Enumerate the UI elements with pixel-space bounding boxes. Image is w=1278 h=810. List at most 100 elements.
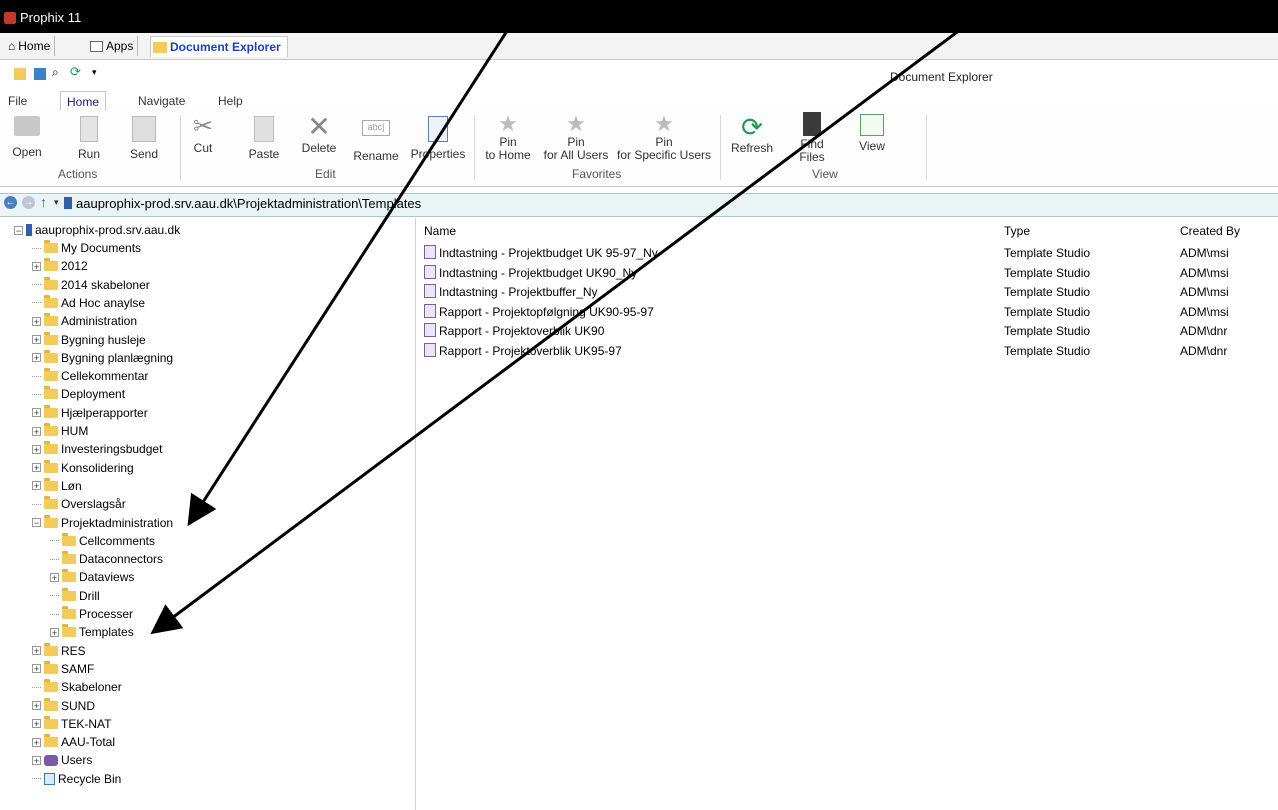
address-path[interactable]: aauprophix-prod.srv.aau.dk\Projektadmini… xyxy=(76,196,421,211)
refresh-small-icon[interactable]: ⟳ xyxy=(70,64,82,79)
tree-item-samf[interactable]: + SAMF xyxy=(32,660,94,678)
tree-item-my-documents[interactable]: My Documents xyxy=(32,239,141,257)
expand-icon[interactable]: + xyxy=(32,463,41,473)
tree-item-recycle-bin[interactable]: Recycle Bin xyxy=(32,770,121,788)
collapse-icon[interactable]: − xyxy=(32,518,41,528)
expand-icon[interactable]: + xyxy=(50,627,59,637)
expand-icon[interactable]: + xyxy=(32,701,41,711)
file-row-name[interactable]: Rapport - Projektoverblik UK90 xyxy=(424,322,604,341)
expand-icon[interactable]: + xyxy=(32,261,41,271)
back-icon[interactable]: ← xyxy=(4,196,17,209)
cut-button[interactable]: ✂ Cut xyxy=(188,112,218,155)
file-row-name[interactable]: Indtastning - Projektbudget UK90_Ny xyxy=(424,264,637,283)
collapse-icon[interactable]: − xyxy=(14,225,23,235)
expand-icon[interactable]: + xyxy=(32,737,41,747)
file-row-name[interactable]: Rapport - Projektoverblik UK95-97 xyxy=(424,342,622,361)
find-icon[interactable]: ⌕ xyxy=(52,65,64,79)
folder-icon xyxy=(44,240,58,253)
tree-item-løn[interactable]: + Løn xyxy=(32,477,82,495)
expand-icon[interactable]: + xyxy=(32,353,41,363)
customize-toolbar-icon[interactable]: ▾ xyxy=(92,67,104,79)
tree-item-dataviews[interactable]: + Dataviews xyxy=(50,568,134,586)
expand-icon[interactable]: + xyxy=(32,408,41,418)
pin-for-specific-users-button[interactable]: ★ Pin for Specific Users xyxy=(614,112,714,162)
open-button[interactable]: Open xyxy=(10,116,44,159)
folder-icon xyxy=(62,569,76,583)
expand-icon[interactable]: + xyxy=(32,719,41,729)
column-header-name[interactable]: Name xyxy=(424,222,456,240)
tree-item-deployment[interactable]: Deployment xyxy=(32,385,125,403)
tree-item-tek-nat[interactable]: + TEK-NAT xyxy=(32,715,111,733)
file-row-name[interactable]: Indtastning - Projektbudget UK 95-97_Ny xyxy=(424,244,658,263)
up-icon[interactable]: ↑ xyxy=(40,194,47,210)
tree-item-2014-skabeloner[interactable]: 2014 skabeloner xyxy=(32,276,150,294)
find-files-button[interactable]: Find Files xyxy=(790,112,834,164)
tree-item-administration[interactable]: + Administration xyxy=(32,312,137,330)
ribbon-tab-file[interactable]: File xyxy=(8,93,27,110)
file-row-name[interactable]: Rapport - Projektopfølgning UK90-95-97 xyxy=(424,303,654,322)
expand-icon[interactable]: + xyxy=(32,646,41,656)
folder-icon xyxy=(44,496,58,510)
tree-item-sund[interactable]: + SUND xyxy=(32,697,95,715)
tree-item-hum[interactable]: + HUM xyxy=(32,422,88,440)
tree-item-templates[interactable]: + Templates xyxy=(50,623,134,641)
tree-item-bygning-husleje[interactable]: + Bygning husleje xyxy=(32,331,146,349)
tree-item-skabeloner[interactable]: Skabeloner xyxy=(32,678,122,696)
ribbon-tab-home[interactable]: Home xyxy=(60,91,107,113)
tree-item-hjælperapporter[interactable]: + Hjælperapporter xyxy=(32,404,148,422)
file-row-type: Template Studio xyxy=(1004,324,1091,339)
close-document-icon[interactable] xyxy=(34,68,46,80)
expand-icon[interactable]: + xyxy=(32,481,41,491)
tree-item-investeringsbudget[interactable]: + Investeringsbudget xyxy=(32,440,162,458)
expand-icon[interactable]: + xyxy=(32,444,41,454)
tree-item-cellekommentar[interactable]: Cellekommentar xyxy=(32,367,148,385)
tree-item-ad-hoc-anaylse[interactable]: Ad Hoc anaylse xyxy=(32,294,145,312)
send-button[interactable]: Send xyxy=(124,116,164,161)
template-document-icon xyxy=(424,284,436,299)
tree-item-konsolidering[interactable]: + Konsolidering xyxy=(32,459,134,477)
folder-icon xyxy=(44,368,58,382)
folder-icon xyxy=(44,294,58,308)
tree-item-drill[interactable]: Drill xyxy=(50,587,100,605)
tree-root-server[interactable]: − aauprophix-prod.srv.aau.dk xyxy=(14,221,180,239)
expand-icon[interactable]: + xyxy=(32,755,41,765)
pin-for-all-users-button[interactable]: ★ Pin for All Users xyxy=(540,112,612,162)
history-dropdown-icon[interactable]: ▾ xyxy=(54,197,59,208)
folder-icon[interactable] xyxy=(14,68,26,80)
column-header-created-by[interactable]: Created By xyxy=(1180,222,1240,240)
expand-icon[interactable]: + xyxy=(32,664,41,674)
run-button[interactable]: Run xyxy=(72,116,106,161)
file-row-name[interactable]: Indtastning - Projektbuffer_Ny xyxy=(424,283,598,302)
ribbon-tab-navigate[interactable]: Navigate xyxy=(138,93,185,110)
tree-item-projektadministration[interactable]: − Projektadministration xyxy=(32,514,173,532)
expand-icon[interactable]: + xyxy=(32,426,41,436)
ribbon-tab-help[interactable]: Help xyxy=(218,93,243,110)
tree-item-cellcomments[interactable]: Cellcomments xyxy=(50,532,155,550)
tree-item-aau-total[interactable]: + AAU-Total xyxy=(32,733,115,751)
tab-apps[interactable]: Apps xyxy=(88,36,139,56)
expand-icon[interactable]: + xyxy=(50,572,59,582)
tree-item-users[interactable]: + Users xyxy=(32,751,92,769)
tree-item-res[interactable]: + RES xyxy=(32,642,86,660)
view-button[interactable]: View xyxy=(850,114,894,153)
quick-access-toolbar xyxy=(0,60,1278,92)
rename-button[interactable]: abc| Rename xyxy=(350,116,402,163)
tree-item-processer[interactable]: Processer xyxy=(50,605,133,623)
expand-icon[interactable]: + xyxy=(32,335,41,345)
paste-button[interactable]: Paste xyxy=(244,116,284,161)
tree-item-bygning-planlægning[interactable]: + Bygning planlægning xyxy=(32,349,173,367)
refresh-button[interactable]: ⟳ Refresh xyxy=(728,112,776,155)
tab-home[interactable]: ⌂ Home xyxy=(6,36,56,56)
tab-document-explorer[interactable]: Document Explorer xyxy=(150,36,288,57)
forward-icon[interactable]: → xyxy=(22,196,35,209)
tree-item-2012[interactable]: +2012 xyxy=(32,257,88,275)
pin-to-home-button[interactable]: ★ Pin to Home xyxy=(480,112,536,162)
tree-item-overslagsår[interactable]: Overslagsår xyxy=(32,495,126,513)
pin-star-icon: ★ xyxy=(566,111,586,136)
tree-item-dataconnectors[interactable]: Dataconnectors xyxy=(50,550,163,568)
column-header-type[interactable]: Type xyxy=(1004,222,1030,240)
folder-icon xyxy=(62,587,76,601)
properties-button[interactable]: Properties xyxy=(408,116,468,161)
expand-icon[interactable]: + xyxy=(32,316,41,326)
delete-button[interactable]: ✕ Delete xyxy=(298,112,340,155)
